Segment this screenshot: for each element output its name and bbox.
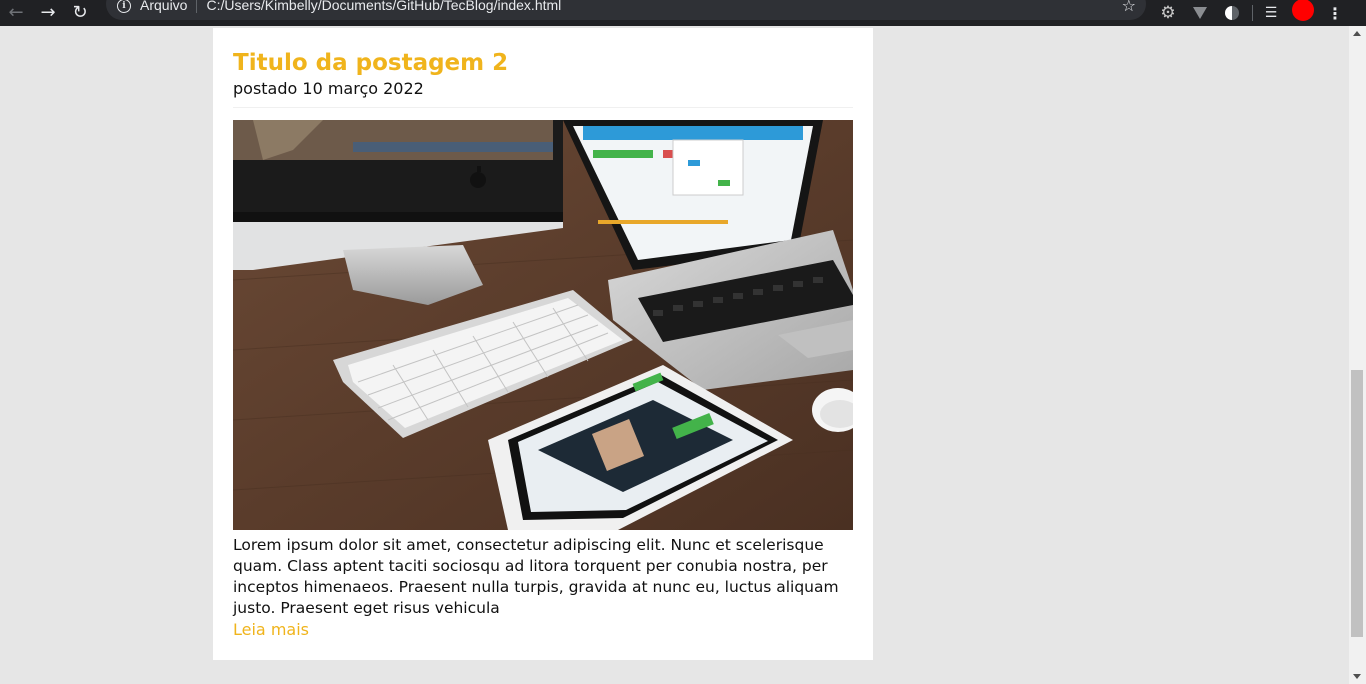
gear-icon[interactable]: ⚙ (1156, 0, 1180, 26)
dark-mode-icon[interactable] (1220, 0, 1244, 26)
site-info-icon[interactable]: i (117, 0, 131, 13)
back-icon[interactable]: ← (0, 0, 32, 26)
forward-icon[interactable]: → (32, 0, 64, 26)
page-viewport: Titulo da postagem 2 postado 10 março 20… (0, 26, 1349, 684)
post-title[interactable]: Titulo da postagem 2 (233, 48, 508, 78)
post-image (233, 120, 853, 530)
url-text[interactable]: C:/Users/Kimbelly/Documents/GitHub/TecBl… (206, 0, 561, 13)
post-card: Titulo da postagem 2 postado 10 março 20… (213, 28, 873, 660)
read-more-link[interactable]: Leia mais (233, 619, 309, 640)
star-icon[interactable]: ☆ (1122, 0, 1136, 14)
post-divider (233, 107, 853, 108)
media-queue-icon[interactable]: ☰ (1259, 0, 1283, 26)
reload-icon[interactable]: ↻ (64, 0, 96, 26)
toolbar-divider (1252, 5, 1253, 21)
scroll-thumb[interactable] (1351, 370, 1363, 637)
address-separator (196, 0, 198, 13)
scroll-down-arrow-icon[interactable] (1353, 674, 1361, 679)
extensions-area: ⚙ ☰ ⋮ (1156, 0, 1355, 26)
scroll-up-arrow-icon[interactable] (1353, 31, 1361, 36)
post-excerpt: Lorem ipsum dolor sit amet, consectetur … (233, 536, 839, 617)
post-date: postado 10 março 2022 (233, 79, 424, 98)
vpn-icon[interactable] (1188, 0, 1212, 26)
address-bar[interactable]: i Arquivo C:/Users/Kimbelly/Documents/Gi… (106, 0, 1146, 20)
more-vert-icon[interactable]: ⋮ (1323, 0, 1347, 26)
profile-avatar[interactable] (1291, 0, 1315, 26)
site-info-label[interactable]: Arquivo (140, 0, 187, 13)
browser-toolbar: ← → ↻ i Arquivo C:/Users/Kimbelly/Docume… (0, 0, 1366, 26)
vertical-scrollbar[interactable] (1349, 26, 1366, 684)
